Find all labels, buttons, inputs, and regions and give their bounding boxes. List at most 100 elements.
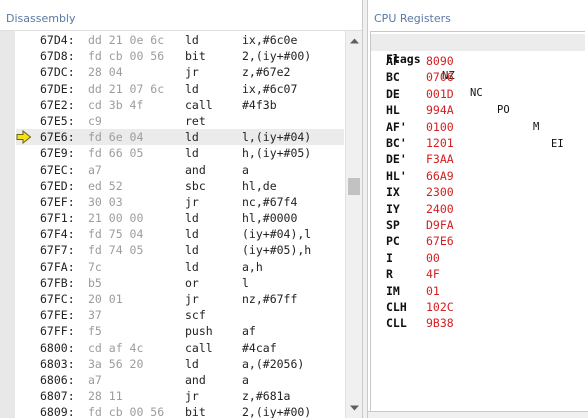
register-row: BC 0706 bbox=[371, 69, 585, 85]
register-value[interactable]: D9FA bbox=[426, 217, 454, 233]
instruction-operands: l bbox=[242, 275, 249, 290]
register-row: IX 2300 bbox=[371, 184, 585, 200]
register-value[interactable]: 994A bbox=[426, 102, 454, 118]
current-instruction-row[interactable]: 67E6: fd 6e 04 ld l,(iy+#04) bbox=[16, 129, 344, 146]
instruction-address: 67E6: bbox=[40, 130, 75, 145]
instruction-operands: l,(iy+#04) bbox=[242, 130, 312, 145]
instruction-address: 67DC: bbox=[40, 65, 75, 80]
instruction-row[interactable]: 67E2: cd 3b 4f call #4f3b bbox=[16, 97, 344, 113]
instruction-mnemonic: push bbox=[185, 324, 213, 339]
register-value[interactable]: 2300 bbox=[426, 184, 454, 200]
instruction-operands: a,(#2056) bbox=[242, 356, 305, 371]
instruction-mnemonic: call bbox=[185, 97, 213, 112]
register-name: HL bbox=[386, 103, 400, 118]
instruction-bytes: f5 bbox=[88, 324, 102, 339]
instruction-operands: 2,(iy+#00) bbox=[242, 405, 312, 418]
instruction-mnemonic: jr bbox=[185, 65, 199, 80]
cpu-registers-title: CPU Registers bbox=[368, 8, 588, 30]
instruction-address: 67EC: bbox=[40, 162, 75, 177]
instruction-row[interactable]: 6809: fd cb 00 56 bit 2,(iy+#00) bbox=[16, 404, 344, 418]
instruction-mnemonic: ld bbox=[185, 259, 199, 274]
instruction-operands: (iy+#05),h bbox=[242, 243, 312, 258]
instruction-row[interactable]: 67ED: ed 52 sbc hl,de bbox=[16, 178, 344, 194]
scroll-up-arrow-icon[interactable] bbox=[346, 33, 362, 49]
instruction-row[interactable]: 67E9: fd 66 05 ld h,(iy+#05) bbox=[16, 145, 344, 161]
instruction-operands: a bbox=[242, 162, 249, 177]
instruction-mnemonic: and bbox=[185, 162, 206, 177]
disassembly-list[interactable]: 67D4: dd 21 0e 6c ld ix,#6c0e 67D8: fd cb 00 … bbox=[16, 32, 344, 418]
instruction-row[interactable]: 67FB: b5 or l bbox=[16, 275, 344, 291]
instruction-row[interactable]: 6800: cd af 4c call #4caf bbox=[16, 340, 344, 356]
instruction-operands: ix,#6c0e bbox=[242, 33, 298, 47]
register-row: DE' F3AA bbox=[371, 151, 585, 167]
instruction-row[interactable]: 67F7: fd 74 05 ld (iy+#05),h bbox=[16, 242, 344, 258]
instruction-row[interactable]: 67FF: f5 push af bbox=[16, 323, 344, 339]
register-name: I bbox=[386, 250, 393, 265]
instruction-row[interactable]: 67D8: fd cb 00 56 bit 2,(iy+#00) bbox=[16, 48, 344, 64]
instruction-operands: z,#681a bbox=[242, 389, 291, 404]
register-value[interactable]: 4F bbox=[426, 266, 440, 282]
register-value[interactable]: 102C bbox=[426, 299, 454, 315]
register-value[interactable]: 0706 bbox=[426, 69, 454, 85]
instruction-row[interactable]: 67EF: 30 03 jr nc,#67f4 bbox=[16, 194, 344, 210]
instruction-bytes: 3a 56 20 bbox=[88, 356, 144, 371]
disassembly-scrollbar[interactable] bbox=[345, 31, 362, 418]
instruction-operands: #4caf bbox=[242, 340, 277, 355]
register-value[interactable]: 0100 bbox=[426, 119, 454, 135]
instruction-operands: ix,#6c07 bbox=[242, 81, 298, 96]
register-value[interactable]: F3AA bbox=[426, 151, 454, 167]
instruction-operands: #4f3b bbox=[242, 97, 277, 112]
instruction-bytes: 37 bbox=[88, 308, 102, 323]
register-value[interactable]: 9B38 bbox=[426, 315, 454, 331]
register-row: CLH 102C bbox=[371, 299, 585, 315]
register-value[interactable]: 00 bbox=[426, 250, 440, 266]
register-value[interactable]: 8090 bbox=[426, 53, 454, 69]
instruction-row[interactable]: 67F4: fd 75 04 ld (iy+#04),l bbox=[16, 226, 344, 242]
instruction-row[interactable]: 6806: a7 and a bbox=[16, 372, 344, 388]
instruction-bytes: 28 04 bbox=[88, 65, 123, 80]
instruction-address: 67ED: bbox=[40, 178, 75, 193]
instruction-row[interactable]: 67DE: dd 21 07 6c ld ix,#6c07 bbox=[16, 81, 344, 97]
register-row: CLL 9B38 bbox=[371, 315, 585, 331]
register-name: SP bbox=[386, 218, 400, 232]
instruction-row[interactable]: 67D4: dd 21 0e 6c ld ix,#6c0e bbox=[16, 32, 344, 48]
instruction-operands: z,#67e2 bbox=[242, 65, 291, 80]
register-value[interactable]: 66A9 bbox=[426, 168, 454, 184]
instruction-row[interactable]: 6807: 28 11 jr z,#681a bbox=[16, 388, 344, 404]
scroll-down-arrow-icon[interactable] bbox=[346, 400, 362, 416]
instruction-row[interactable]: 6803: 3a 56 20 ld a,(#2056) bbox=[16, 356, 344, 372]
instruction-address: 67EF: bbox=[40, 194, 75, 209]
register-row: HL 994A bbox=[371, 102, 585, 118]
register-name: PC bbox=[386, 234, 400, 249]
instruction-row[interactable]: 67E5: c9 ret bbox=[16, 113, 344, 129]
instruction-bytes: cd 3b 4f bbox=[88, 97, 144, 112]
scrollbar-thumb[interactable] bbox=[348, 178, 360, 195]
register-value[interactable]: 001D bbox=[426, 86, 454, 102]
register-row: HL' 66A9 bbox=[371, 168, 585, 184]
instruction-row[interactable]: 67EC: a7 and a bbox=[16, 162, 344, 178]
instruction-operands: 2,(iy+#00) bbox=[242, 49, 312, 64]
register-name: R bbox=[386, 267, 393, 282]
instruction-operands: h,(iy+#05) bbox=[242, 146, 312, 161]
instruction-operands: a,h bbox=[242, 259, 263, 274]
instruction-row[interactable]: 67FC: 20 01 jr nz,#67ff bbox=[16, 291, 344, 307]
instruction-operands: nz,#67ff bbox=[242, 292, 298, 306]
instruction-row[interactable]: 67FA: 7c ld a,h bbox=[16, 259, 344, 275]
instruction-mnemonic: ld bbox=[185, 356, 199, 371]
instruction-row[interactable]: 67FE: 37 scf bbox=[16, 307, 344, 323]
register-value[interactable]: 01 bbox=[426, 283, 440, 299]
register-value[interactable]: 2400 bbox=[426, 201, 454, 217]
breakpoint-gutter[interactable] bbox=[0, 31, 15, 418]
instruction-bytes: c9 bbox=[88, 113, 102, 128]
register-value[interactable]: 67E6 bbox=[426, 233, 454, 249]
instruction-address: 67F1: bbox=[40, 211, 75, 226]
register-value[interactable]: 1201 bbox=[426, 135, 454, 151]
current-instruction-arrow-icon bbox=[16, 130, 32, 145]
register-name: DE bbox=[386, 86, 400, 101]
register-name: HL' bbox=[386, 168, 407, 183]
instruction-row[interactable]: 67DC: 28 04 jr z,#67e2 bbox=[16, 64, 344, 80]
instruction-mnemonic: call bbox=[185, 340, 213, 355]
instruction-row[interactable]: 67F1: 21 00 00 ld hl,#0000 bbox=[16, 210, 344, 226]
register-row: IM 01 bbox=[371, 283, 585, 299]
instruction-bytes: fd cb 00 56 bbox=[88, 49, 165, 64]
